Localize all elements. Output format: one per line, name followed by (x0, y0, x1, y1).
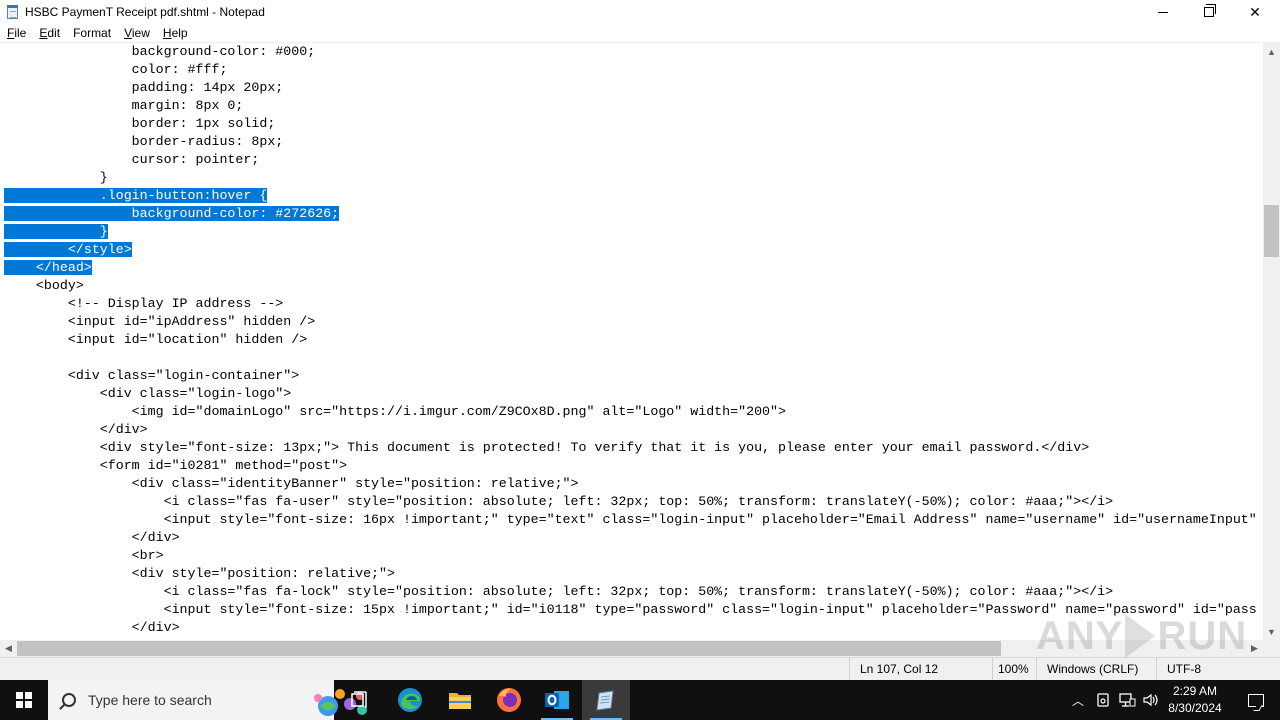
notepad-icon (5, 4, 21, 20)
code-line: <i class="fas fa-lock" style="position: … (4, 584, 1114, 599)
code-line: padding: 14px 20px; (4, 80, 284, 95)
menu-view[interactable]: View (117, 24, 156, 43)
status-bar: Ln 107, Col 12 100% Windows (CRLF) UTF-8 (0, 657, 1280, 680)
selected-text: background-color: #272626; (4, 206, 340, 221)
file-explorer-taskbar-button[interactable] (436, 680, 484, 720)
encoding: UTF-8 (1156, 658, 1280, 680)
task-view-button[interactable] (336, 680, 384, 720)
code-line: <input id="location" hidden /> (4, 332, 308, 347)
firefox-icon (497, 688, 521, 712)
code-line: <body> (4, 278, 84, 293)
menu-format[interactable]: Format (66, 24, 117, 43)
notification-center-button[interactable] (1232, 680, 1280, 720)
windows-logo-icon (16, 692, 32, 708)
code-line: margin: 8px 0; (4, 98, 244, 113)
menu-bar: File Edit Format View Help (0, 24, 1280, 43)
tray-network-button[interactable] (1116, 680, 1138, 720)
menu-help[interactable]: Help (156, 24, 194, 43)
taskbar-clock[interactable]: 2:29 AM 8/30/2024 (1164, 683, 1226, 717)
code-line: <input style="font-size: 15px !important… (4, 602, 1257, 617)
code-line: <img id="domainLogo" src="https://i.imgu… (4, 404, 786, 419)
code-line: border-radius: 8px; (4, 134, 284, 149)
scroll-down-arrow-icon[interactable]: ▼ (1263, 623, 1280, 640)
folder-icon (449, 693, 471, 709)
edge-icon (398, 688, 422, 712)
task-view-icon (351, 691, 367, 708)
code-line: <div class="identityBanner" style="posit… (4, 476, 579, 491)
code-line: </style> (4, 241, 132, 259)
code-line: <br> (4, 548, 164, 563)
code-line: </div> (4, 422, 148, 437)
window-title: HSBC PaymenT Receipt pdf.shtml - Notepad (25, 5, 265, 19)
code-line: </head> (4, 259, 92, 277)
vertical-scroll-thumb[interactable] (1264, 205, 1279, 257)
minimize-icon (1158, 11, 1168, 13)
menu-file[interactable]: File (0, 24, 32, 43)
code-line: cursor: pointer; (4, 152, 260, 167)
code-line: <input style="font-size: 16px !important… (4, 512, 1257, 527)
device-icon (1097, 693, 1109, 707)
menu-edit[interactable]: Edit (32, 24, 66, 43)
chevron-up-icon: ︿ (1071, 693, 1084, 708)
vertical-scrollbar[interactable]: ▲ ▼ (1263, 43, 1280, 640)
maximize-button[interactable] (1186, 0, 1232, 24)
text-editor[interactable]: background-color: #000; color: #fff; pad… (0, 43, 1263, 640)
search-placeholder: Type here to search (88, 692, 212, 708)
tray-device-icon-button[interactable] (1092, 680, 1114, 720)
taskbar: Type here to search ︿ 2:29 AM 8/30/2024 (0, 680, 1280, 720)
code-line: .login-button:hover { (4, 187, 268, 205)
selected-text: } (4, 224, 108, 239)
minimize-button[interactable] (1140, 0, 1186, 24)
code-line: </div> (4, 620, 180, 635)
selected-text: .login-button:hover { (4, 188, 268, 203)
edge-taskbar-button[interactable] (386, 680, 434, 720)
code-line: border: 1px solid; (4, 116, 276, 131)
code-line: <div class="login-container"> (4, 368, 300, 383)
code-line: <form id="i0281" method="post"> (4, 458, 348, 473)
notification-icon (1248, 693, 1264, 707)
code-line: <div style="font-size: 13px;"> This docu… (4, 440, 1090, 455)
code-line: </div> (4, 530, 180, 545)
speaker-icon (1143, 693, 1158, 707)
firefox-taskbar-button[interactable] (485, 680, 533, 720)
clock-time: 2:29 AM (1172, 684, 1218, 698)
code-line: background-color: #000; (4, 44, 316, 59)
selected-text: </head> (4, 260, 92, 275)
code-line: color: #fff; (4, 62, 228, 77)
scroll-right-arrow-icon[interactable]: ▶ (1246, 640, 1263, 657)
selected-text: </style> (4, 242, 132, 257)
close-icon: ✕ (1249, 3, 1261, 20)
code-line: } (4, 223, 108, 241)
close-button[interactable]: ✕ (1232, 0, 1278, 24)
start-button[interactable] (0, 680, 48, 720)
horizontal-scrollbar[interactable]: ◀ ▶ (0, 640, 1263, 657)
title-bar: HSBC PaymenT Receipt pdf.shtml - Notepad… (0, 0, 1280, 24)
code-line: <i class="fas fa-user" style="position: … (4, 494, 1114, 509)
outlook-icon (545, 691, 569, 709)
code-line: <input id="ipAddress" hidden /> (4, 314, 316, 329)
line-endings: Windows (CRLF) (1036, 658, 1156, 680)
code-line: } (4, 170, 108, 185)
restore-icon (1204, 4, 1216, 17)
scroll-up-arrow-icon[interactable]: ▲ (1263, 43, 1280, 60)
scroll-left-arrow-icon[interactable]: ◀ (0, 640, 17, 657)
cursor-position: Ln 107, Col 12 (849, 658, 992, 680)
show-hidden-icons-button[interactable]: ︿ (1066, 680, 1090, 720)
code-line: <div class="login-logo"> (4, 386, 292, 401)
code-line: <div style="position: relative;"> (4, 566, 395, 581)
tray-volume-button[interactable] (1140, 680, 1162, 720)
scrollbar-corner (1263, 640, 1280, 657)
outlook-taskbar-button[interactable] (533, 680, 581, 720)
notepad-taskbar-icon (596, 690, 614, 711)
clock-date: 8/30/2024 (1168, 701, 1222, 715)
network-icon (1119, 693, 1136, 707)
horizontal-scroll-thumb[interactable] (17, 641, 1001, 656)
notepad-taskbar-button[interactable] (582, 680, 630, 720)
code-line: <!-- Display IP address --> (4, 296, 284, 311)
taskbar-search-box[interactable]: Type here to search (48, 680, 367, 720)
zoom-level: 100% (992, 658, 1036, 680)
code-line: background-color: #272626; (4, 205, 340, 223)
search-icon (62, 693, 76, 707)
